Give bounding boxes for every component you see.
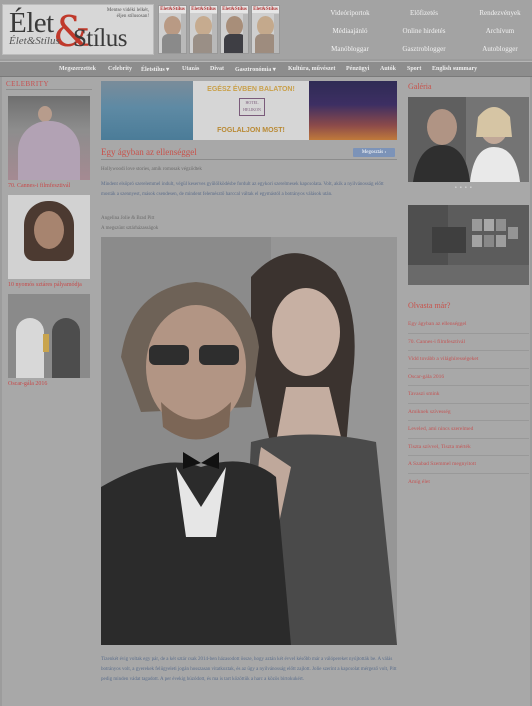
article-title: Egy ágyban az ellenséggel — [101, 147, 197, 157]
oscar-statuette-icon — [43, 334, 49, 352]
nav-item[interactable]: Megszerzettek — [59, 66, 96, 72]
celebrity-caption[interactable]: 70. Cannes-i filmfesztivál — [8, 183, 90, 189]
celebrity-item[interactable]: 70. Cannes-i filmfesztivál — [8, 96, 90, 189]
nav-item[interactable]: Autók — [380, 66, 396, 72]
more-item[interactable]: A Szabad Szemmel megnyitott — [408, 456, 529, 474]
main-nav: Megszerzettek Celebrity Életstílus ▾ Uta… — [0, 61, 532, 77]
celebrity-caption[interactable]: 10 nyomós sztáres pályamódja — [8, 282, 90, 288]
link-rendezvenyek[interactable]: Rendezvények — [460, 9, 532, 17]
more-item[interactable]: Egy ágyban az ellenséggel — [408, 316, 529, 334]
nav-item[interactable]: Kultúra, művészet — [288, 66, 335, 72]
nav-item[interactable]: Utazás — [182, 66, 199, 72]
magazine-cover-2[interactable]: Élet&Stílus — [189, 5, 218, 54]
cover-face — [257, 16, 274, 36]
banner-headline: EGÉSZ ÉVBEN BALATON! — [207, 86, 295, 93]
gallery-slider[interactable] — [408, 97, 529, 182]
share-label: Megosztás — [361, 150, 384, 155]
gallery-pagination[interactable]: • • • • — [455, 186, 473, 191]
nav-item[interactable]: English summary — [432, 66, 477, 72]
photo-face — [38, 106, 52, 122]
article-lead: Hollywoodi love stories, amik romosak vé… — [101, 167, 202, 172]
article-body: Tizenkét évig voltak egy pár, de a két s… — [101, 657, 397, 682]
article-tags: Angelina Jolie & Brad Pitt A megszünt sz… — [101, 214, 397, 234]
photo-figure — [16, 318, 44, 378]
cover-strip — [274, 14, 279, 53]
promo-image[interactable] — [408, 205, 529, 285]
logo-script: Élet&Stílus — [9, 35, 60, 47]
more-item[interactable]: Oscar-gála 2016 — [408, 369, 529, 386]
more-item[interactable]: Leveled, ami nincs szerelmed — [408, 421, 529, 439]
logo-word-stilus: Stílus — [73, 25, 127, 52]
hotel-logo: HOTEL HELIKON — [239, 98, 265, 116]
nav-item[interactable]: Divat — [210, 66, 224, 72]
cover-strip — [243, 14, 248, 53]
cover-face — [226, 16, 243, 36]
celebrity-column: CELEBRITY — [6, 80, 92, 90]
site-header: Élet & Élet&Stílus Stílus Mentse vidéki … — [0, 0, 532, 59]
magazine-cover-3[interactable]: Élet&Stílus — [220, 5, 249, 54]
nav-item[interactable]: Sport — [407, 66, 421, 72]
more-heading: Olvasta már? — [408, 301, 451, 310]
logo-slogan: Mentse vidéki lelkét, éljen stílusosan! — [106, 8, 149, 19]
photo-gown — [18, 121, 80, 180]
article-tag[interactable]: A megszünt sztárházasságok — [101, 224, 397, 234]
magazine-title: Élet&Stílus — [190, 6, 217, 13]
nav-item[interactable]: Életstílus ▾ — [141, 66, 169, 73]
celebrity-item[interactable]: Oscar-gála 2016 — [8, 294, 90, 387]
share-arrow-icon: › — [384, 150, 387, 155]
article-photo — [101, 237, 397, 645]
celebrity-caption[interactable]: Oscar-gála 2016 — [8, 381, 90, 387]
site-logo[interactable]: Élet & Élet&Stílus Stílus Mentse vidéki … — [2, 4, 154, 55]
more-item[interactable]: Tiszta szívvel, Tiszta mérték — [408, 439, 529, 456]
celebrity-heading: CELEBRITY — [6, 80, 92, 90]
link-gasztroblogger[interactable]: Gasztroblogger — [384, 45, 464, 53]
ad-banner[interactable]: EGÉSZ ÉVBEN BALATON! HOTEL HELIKON FOGLA… — [101, 81, 397, 140]
link-archivum[interactable]: Archívum — [460, 27, 532, 35]
photo-face — [34, 211, 64, 249]
title-divider — [101, 159, 397, 160]
gallery-image — [408, 97, 529, 182]
nav-item[interactable]: Gasztronómia ▾ — [235, 66, 276, 73]
more-item[interactable]: 70. Cannes-i filmfesztivál — [408, 334, 529, 351]
magazine-cover-1[interactable]: Élet&Stílus — [158, 5, 187, 54]
magazine-title: Élet&Stílus — [159, 6, 186, 13]
share-button[interactable]: Megosztás › — [353, 148, 395, 157]
more-item[interactable]: Tavaszi smink — [408, 386, 529, 404]
celebrity-item[interactable]: 10 nyomós sztáres pályamódja — [8, 195, 90, 288]
magazine-title: Élet&Stílus — [252, 6, 279, 13]
article-tag[interactable]: Angelina Jolie & Brad Pitt — [101, 214, 397, 224]
photo-figure — [52, 318, 80, 378]
more-item[interactable]: Amíg élet — [408, 474, 529, 491]
celebrity-photo[interactable] — [8, 195, 90, 279]
cover-strip — [212, 14, 217, 53]
link-manobloggar[interactable]: Manóbloggar — [310, 45, 390, 53]
celebrity-photo[interactable] — [8, 294, 90, 378]
nav-item[interactable]: Pénzügyi — [346, 66, 369, 72]
cover-strip — [181, 14, 186, 53]
banner-pool-image — [101, 81, 193, 140]
banner-cta[interactable]: FOGLALJON MOST! — [193, 127, 309, 134]
article-intro: Mindent elsöpró szerelemmel indult, végü… — [101, 182, 384, 197]
couple-illustration — [101, 237, 397, 645]
magazine-title: Élet&Stílus — [221, 6, 248, 13]
link-online-hirdetes[interactable]: Online hirdetés — [384, 27, 464, 35]
cover-face — [195, 16, 212, 36]
promo-illustration — [408, 205, 529, 285]
banner-hotel-image — [309, 81, 397, 140]
celebrity-photo[interactable] — [8, 96, 90, 180]
page: Élet & Élet&Stílus Stílus Mentse vidéki … — [0, 0, 532, 706]
nav-item[interactable]: Celebrity — [108, 66, 132, 72]
link-mediaajanlo[interactable]: Médiaajánló — [310, 27, 390, 35]
link-autoblogger[interactable]: Autoblogger — [460, 45, 532, 53]
link-elofizetes[interactable]: Előfizetés — [384, 9, 464, 17]
cover-face — [164, 16, 181, 36]
more-item[interactable]: Amiknek szívesség — [408, 404, 529, 421]
more-list: Egy ágyban az ellenséggel 70. Cannes-i f… — [408, 316, 529, 490]
link-videoriportok[interactable]: Videóriportok — [310, 9, 390, 17]
magazine-cover-4[interactable]: Élet&Stílus — [251, 5, 280, 54]
more-item[interactable]: Vidd tovább a világhírességeket — [408, 351, 529, 369]
banner-text-panel: EGÉSZ ÉVBEN BALATON! HOTEL HELIKON FOGLA… — [193, 81, 309, 140]
gallery-heading: Galéria — [408, 82, 432, 91]
